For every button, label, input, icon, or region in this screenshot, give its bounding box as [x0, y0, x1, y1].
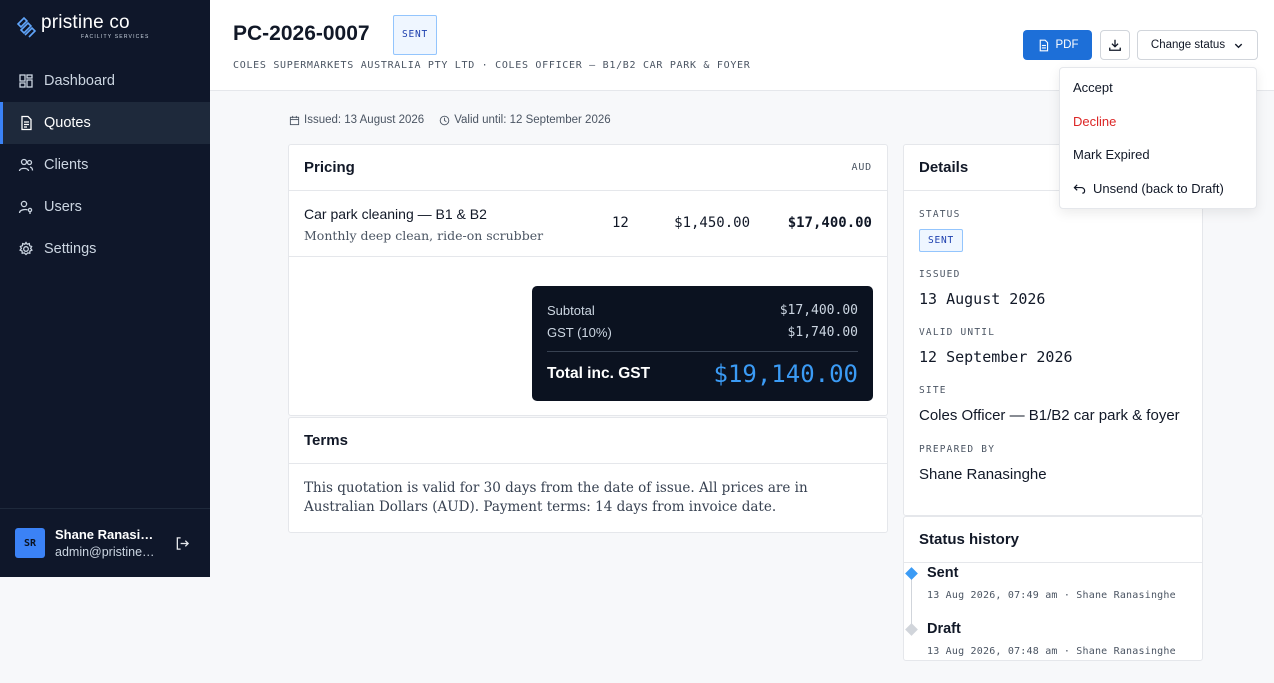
history-meta: 13 Aug 2026, 07:49 am · Shane Ranasinghe: [927, 590, 1176, 601]
sidebar-item-label: Settings: [44, 241, 97, 257]
detail-prepared-label: PREPARED BY: [919, 444, 996, 455]
detail-site-label: SITE: [919, 385, 947, 396]
detail-prepared-value: Shane Ranasinghe: [919, 466, 1047, 483]
pdf-button-label: PDF: [1055, 39, 1079, 51]
line-item-unit-price: $1,450.00: [674, 215, 750, 231]
change-status-button[interactable]: Change status: [1137, 30, 1258, 60]
sidebar-item-label: Dashboard: [44, 73, 115, 89]
page-title: PC-2026-0007: [233, 22, 370, 45]
subtotal-value: $17,400.00: [779, 303, 858, 318]
document-icon: [21, 115, 32, 131]
avatar[interactable]: SR: [15, 528, 45, 558]
dashboard-icon: [19, 74, 33, 88]
user-profile: SR Shane Ranasinghe admin@pristineco.com…: [0, 508, 210, 577]
quote-dates: Issued: 13 August 2026 Valid until: 12 S…: [289, 114, 611, 126]
detail-status-badge: SENT: [919, 229, 964, 252]
terms-text: This quotation is valid for 30 days from…: [304, 480, 808, 515]
detail-valid-value: 12 September 2026: [919, 348, 1073, 366]
menu-item-unsend-label: Unsend (back to Draft): [1093, 181, 1224, 196]
terms-title: Terms: [304, 432, 348, 449]
sidebar-item-label: Clients: [44, 157, 89, 173]
sidebar-item-dashboard[interactable]: Dashboard: [0, 60, 210, 102]
sidebar-item-quotes[interactable]: Quotes: [0, 102, 210, 144]
history-item: Draft 13 Aug 2026, 07:48 am · Shane Rana…: [927, 621, 1176, 657]
sidebar: pristine co FACILITY SERVICES Dashboard …: [0, 0, 210, 577]
calendar-icon: [289, 115, 300, 125]
detail-site-value: Coles Officer — B1/B2 car park & foyer: [919, 407, 1180, 424]
detail-issued-label: ISSUED: [919, 269, 961, 280]
change-status-label: Change status: [1150, 39, 1226, 51]
logo-mark-icon: [16, 16, 37, 38]
issued-date: Issued: 13 August 2026: [304, 114, 425, 126]
line-item-description: Monthly deep clean, ride-on scrubber: [304, 228, 544, 243]
clock-icon: [439, 115, 450, 125]
details-title: Details: [919, 159, 969, 176]
timeline-dot: [905, 623, 918, 636]
detail-issued-value: 13 August 2026: [919, 290, 1046, 308]
line-item-name: Car park cleaning — B1 & B2: [304, 206, 487, 222]
pricing-card: Pricing AUD Car park cleaning — B1 & B2 …: [288, 144, 888, 416]
user-name: Shane Ranasinghe: [55, 527, 160, 542]
status-history-card: Status history Sent 13 Aug 2026, 07:49 a…: [903, 516, 1203, 661]
detail-status-label: STATUS: [919, 209, 961, 220]
brand-tagline: FACILITY SERVICES: [81, 34, 150, 40]
valid-until-date: Valid until: 12 September 2026: [454, 114, 611, 126]
file-icon: [1039, 39, 1048, 51]
download-icon: [1109, 39, 1121, 51]
totals-box: Subtotal $17,400.00 GST (10%) $1,740.00 …: [532, 286, 873, 401]
history-meta: 13 Aug 2026, 07:48 am · Shane Ranasinghe: [927, 646, 1176, 657]
history-status: Draft: [927, 621, 961, 637]
status-dropdown-menu: Accept Decline Mark Expired Unsend (back…: [1059, 67, 1257, 209]
history-status: Sent: [927, 565, 959, 581]
line-item-qty: 12: [612, 215, 629, 231]
quote-subtitle: COLES SUPERMARKETS AUSTRALIA PTY LTD · C…: [233, 60, 751, 71]
brand-name: pristine co: [41, 12, 130, 33]
subtotal-label: Subtotal: [547, 303, 595, 318]
menu-item-decline[interactable]: Decline: [1073, 114, 1116, 129]
menu-item-unsend[interactable]: Unsend (back to Draft): [1073, 181, 1224, 196]
logout-icon[interactable]: [175, 536, 190, 551]
gst-label: GST (10%): [547, 325, 612, 340]
total-label: Total inc. GST: [547, 365, 651, 382]
total-value: $19,140.00: [713, 360, 859, 388]
chevron-down-icon: [1234, 43, 1243, 48]
sidebar-nav: Dashboard Quotes Clients Users Settings: [0, 60, 210, 270]
menu-item-mark-expired[interactable]: Mark Expired: [1073, 147, 1150, 162]
gst-value: $1,740.00: [787, 325, 858, 340]
sidebar-item-settings[interactable]: Settings: [0, 228, 210, 270]
user-key-icon: [18, 200, 33, 214]
terms-card: Terms This quotation is valid for 30 day…: [288, 417, 888, 533]
history-item: Sent 13 Aug 2026, 07:49 am · Shane Ranas…: [927, 565, 1176, 601]
gear-icon: [19, 241, 33, 256]
status-badge: SENT: [393, 15, 438, 55]
brand-logo[interactable]: pristine co FACILITY SERVICES: [15, 13, 150, 40]
user-email: admin@pristineco.com.au: [55, 545, 160, 559]
line-item-total: $17,400.00: [787, 215, 872, 231]
menu-item-accept[interactable]: Accept: [1073, 80, 1113, 95]
detail-valid-label: VALID UNTIL: [919, 327, 996, 338]
sidebar-item-users[interactable]: Users: [0, 186, 210, 228]
download-button[interactable]: [1100, 30, 1130, 60]
currency-label: AUD: [851, 162, 872, 173]
pdf-button[interactable]: PDF: [1023, 30, 1092, 60]
timeline-dot: [905, 567, 918, 580]
status-history-title: Status history: [919, 531, 1020, 548]
sidebar-item-clients[interactable]: Clients: [0, 144, 210, 186]
people-icon: [18, 158, 34, 172]
pricing-title: Pricing: [304, 159, 355, 176]
sidebar-item-label: Quotes: [44, 115, 91, 131]
sidebar-item-label: Users: [44, 199, 82, 215]
undo-icon: [1073, 184, 1086, 194]
line-item: Car park cleaning — B1 & B2 Monthly deep…: [289, 191, 887, 257]
